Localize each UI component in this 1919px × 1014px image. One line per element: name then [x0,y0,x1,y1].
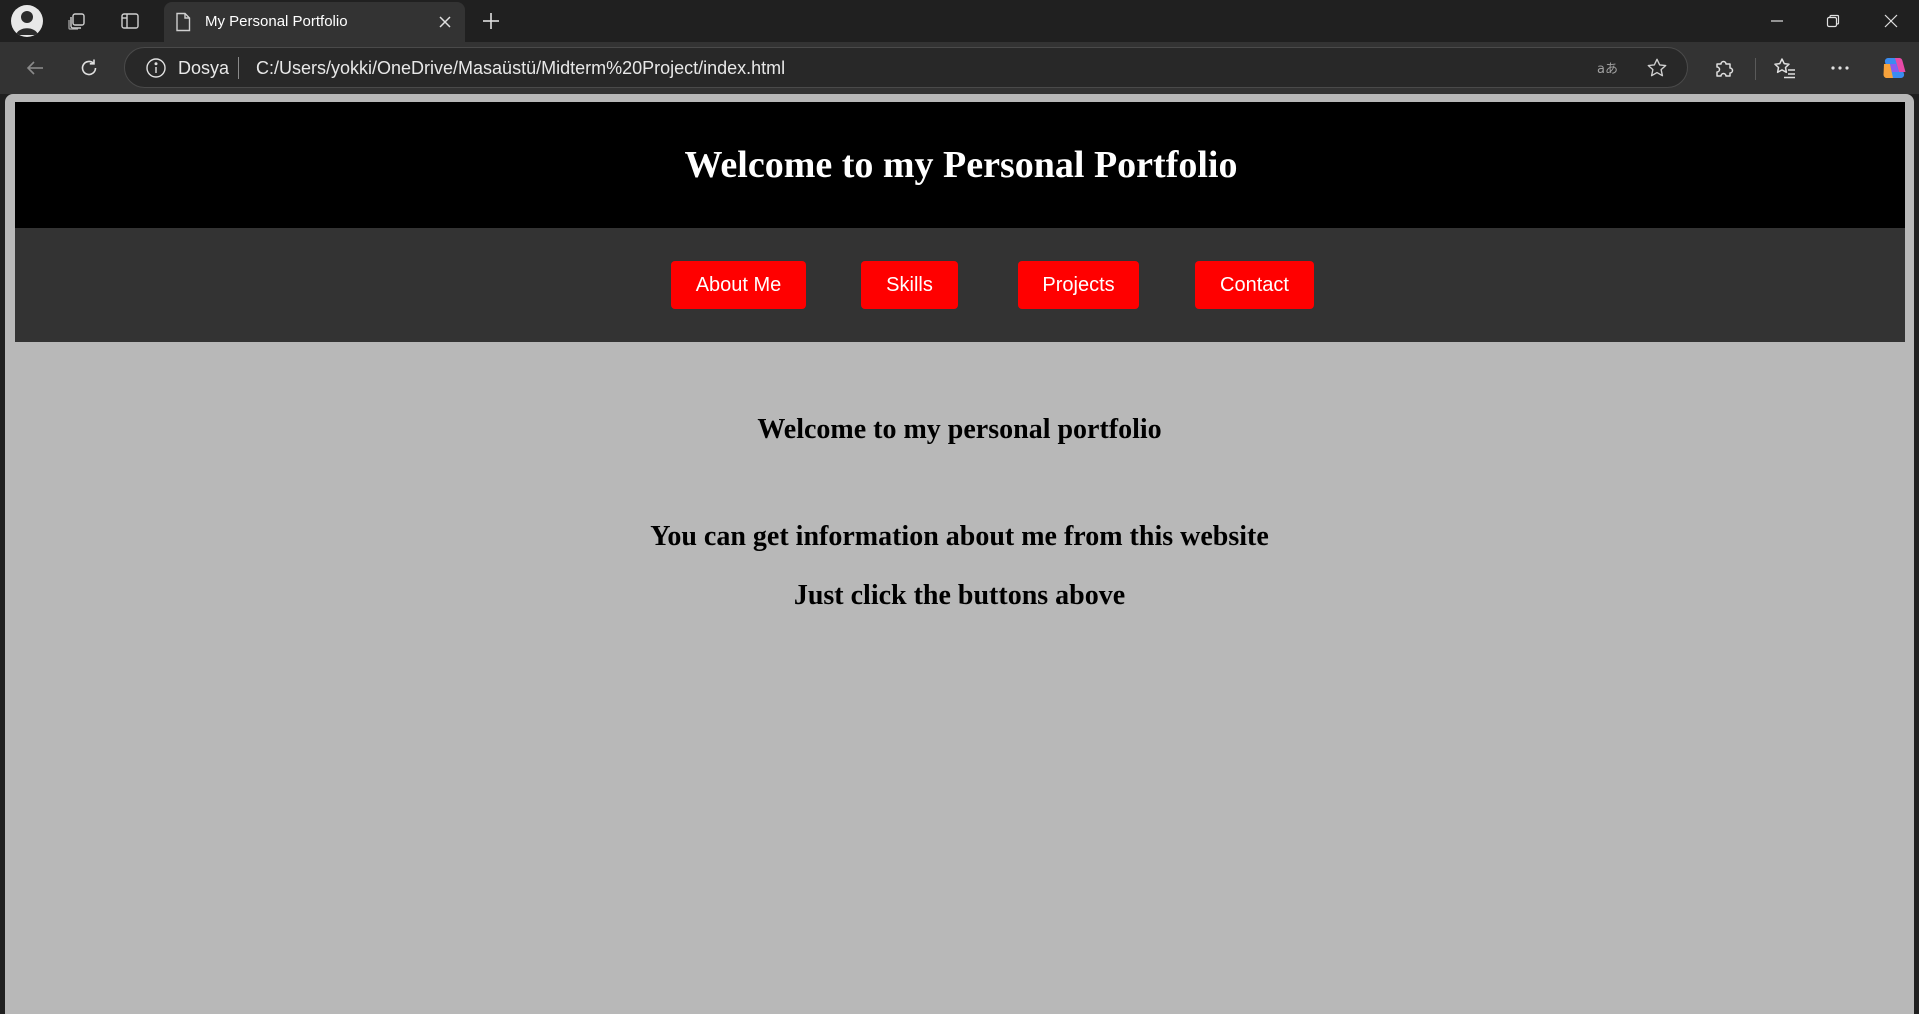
main-heading: Welcome to my personal portfolio [757,414,1162,445]
vertical-tabs-icon[interactable] [114,5,146,37]
page-viewport: Welcome to my Personal Portfolio About M… [5,94,1914,1014]
projects-button[interactable]: Projects [1018,261,1139,309]
close-tab-icon[interactable] [433,10,457,34]
address-bar[interactable]: Dosya C:/Users/yokki/OneDrive/Masaüstü/M… [124,47,1688,88]
contact-button[interactable]: Contact [1195,261,1314,309]
more-options-icon[interactable] [1822,50,1858,86]
address-separator [238,57,239,79]
active-tab[interactable]: My Personal Portfolio [164,2,465,42]
site-nav: About Me Skills Projects Contact [15,228,1905,342]
info-icon[interactable] [145,57,167,84]
toolbar-separator [1755,58,1756,80]
favorites-icon[interactable] [1767,50,1803,86]
browser-toolbar: Dosya C:/Users/yokki/OneDrive/Masaüstü/M… [0,42,1919,94]
info-text: You can get information about me from th… [650,521,1269,552]
close-window-icon[interactable] [1863,0,1919,42]
about-me-button[interactable]: About Me [671,261,806,309]
site-info-label[interactable]: Dosya [178,58,229,79]
restore-icon[interactable] [1805,0,1861,42]
workspaces-icon[interactable] [61,5,93,37]
favorite-star-icon[interactable] [1642,54,1672,82]
url-text[interactable]: C:/Users/yokki/OneDrive/Masaüstü/Midterm… [256,58,785,79]
page-icon [174,12,192,37]
read-aloud-icon[interactable]: aあ [1593,54,1623,82]
refresh-icon[interactable] [71,50,107,86]
browser-title-bar: My Personal Portfolio [0,0,1919,42]
minimize-icon[interactable] [1749,0,1805,42]
back-arrow-icon[interactable] [17,50,53,86]
instruction-text: Just click the buttons above [793,580,1126,611]
site-header: Welcome to my Personal Portfolio [15,102,1905,228]
tab-title: My Personal Portfolio [205,13,348,30]
svg-text:aあ: aあ [1597,62,1618,77]
skills-button[interactable]: Skills [861,261,958,309]
profile-avatar-icon[interactable] [11,5,43,37]
page-title: Welcome to my Personal Portfolio [684,144,1238,186]
copilot-icon[interactable] [1876,50,1912,86]
extensions-puzzle-icon[interactable] [1706,50,1742,86]
new-tab-plus-icon[interactable] [475,5,507,37]
